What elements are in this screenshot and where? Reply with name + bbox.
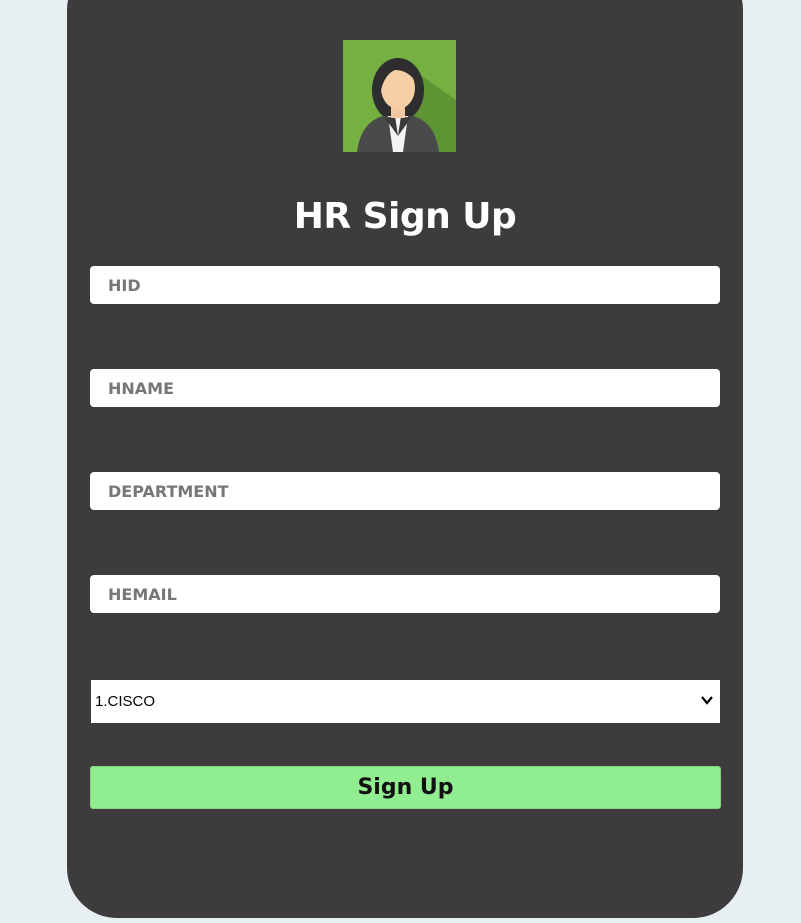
female-user-avatar-icon — [343, 40, 456, 152]
company-select[interactable]: 1.CISCO — [91, 680, 720, 723]
hid-input[interactable] — [90, 266, 720, 304]
avatar — [343, 40, 456, 152]
hemail-input[interactable] — [90, 575, 720, 613]
sign-up-button[interactable]: Sign Up — [90, 766, 721, 809]
page-title: HR Sign Up — [293, 196, 517, 237]
company-select-wrapper: 1.CISCO — [91, 680, 720, 723]
department-input[interactable] — [90, 472, 720, 510]
hname-input[interactable] — [90, 369, 720, 407]
